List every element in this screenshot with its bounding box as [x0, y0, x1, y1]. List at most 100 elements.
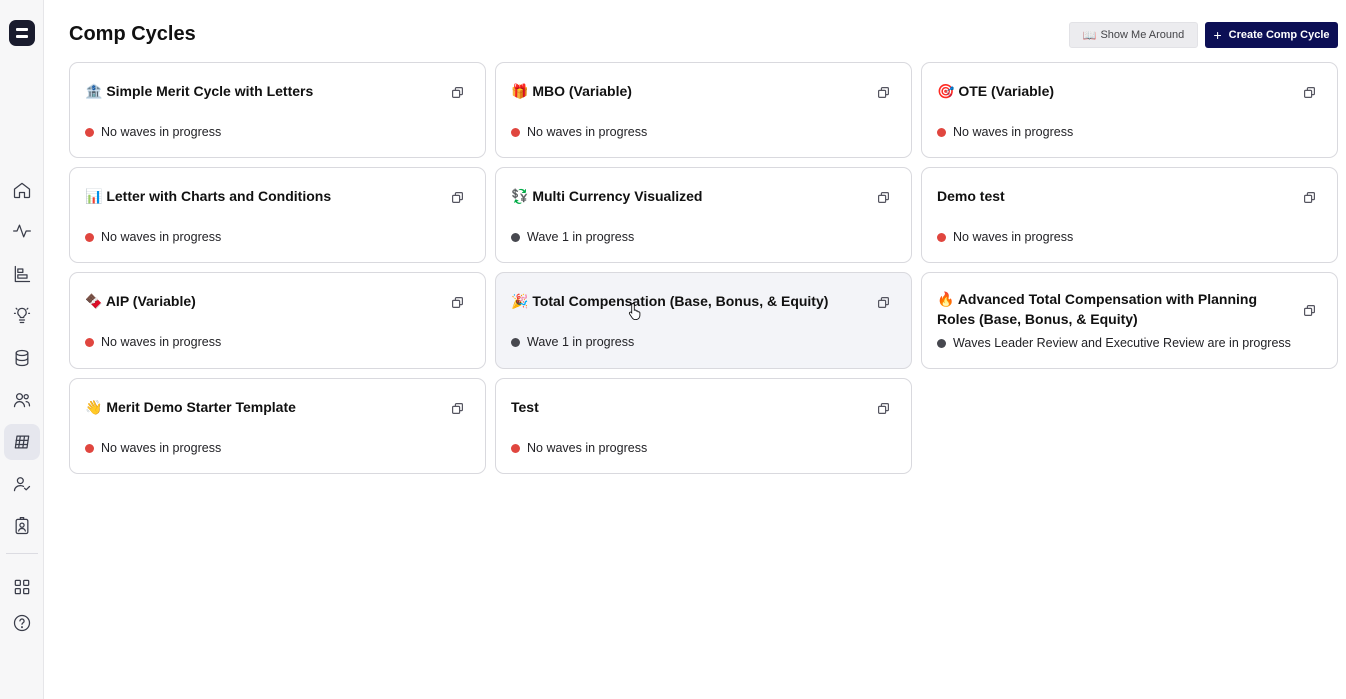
create-comp-cycle-button[interactable]: + Create Comp Cycle	[1205, 22, 1338, 48]
comp-cycle-title: 👋 Merit Demo Starter Template	[85, 397, 443, 417]
user-check-icon[interactable]	[4, 466, 40, 502]
comp-table-icon[interactable]	[4, 424, 40, 460]
comp-cycle-card[interactable]: 💱 Multi Currency Visualized Wave 1 in pro…	[495, 167, 912, 263]
wave-status-text: Wave 1 in progress	[527, 230, 635, 244]
comp-cycle-card[interactable]: 👋 Merit Demo Starter Template No waves in…	[69, 378, 486, 474]
status-dot	[85, 127, 94, 137]
comp-cycle-name: Merit Demo Starter Template	[106, 399, 296, 415]
duplicate-icon[interactable]	[878, 295, 889, 309]
comp-cycle-card[interactable]: 📊 Letter with Charts and Conditions No wa…	[69, 167, 486, 263]
cycle-emoji-icon: 🔥	[937, 291, 955, 307]
comp-cycle-name: MBO (Variable)	[532, 83, 632, 99]
cycle-emoji-icon: 💱	[511, 188, 529, 204]
book-icon: 📖	[1082, 29, 1097, 42]
cycle-emoji-icon: 🎉	[511, 293, 529, 309]
comp-cycle-title: 💱 Multi Currency Visualized	[511, 186, 869, 206]
wave-status-text: No waves in progress	[101, 441, 222, 455]
duplicate-icon[interactable]	[1304, 190, 1315, 204]
comp-cycle-name: Total Compensation (Base, Bonus, & Equit…	[532, 293, 829, 309]
duplicate-icon[interactable]	[878, 190, 889, 204]
comp-cycle-card[interactable]: 🍫 AIP (Variable) No waves in progress	[69, 272, 486, 369]
wave-status-text: No waves in progress	[101, 125, 222, 139]
wave-status: No waves in progress	[85, 441, 221, 455]
wave-status: No waves in progress	[937, 230, 1073, 244]
lightbulb-icon[interactable]	[4, 297, 40, 333]
wave-status-text: No waves in progress	[101, 230, 222, 244]
status-dot	[511, 443, 520, 453]
duplicate-icon[interactable]	[1304, 303, 1315, 317]
plus-icon: +	[1213, 27, 1222, 43]
comp-cycle-card[interactable]: 🎁 MBO (Variable) No waves in progress	[495, 62, 912, 158]
show-me-around-label: Show Me Around	[1100, 29, 1185, 41]
database-icon[interactable]	[4, 340, 40, 376]
comp-cycle-title: 📊 Letter with Charts and Conditions	[85, 186, 443, 206]
status-dot	[85, 337, 94, 347]
status-dot	[937, 338, 946, 348]
comp-cycle-title: 🍫 AIP (Variable)	[85, 291, 443, 311]
activity-icon[interactable]	[4, 213, 40, 249]
wave-status: No waves in progress	[85, 125, 221, 139]
status-dot	[937, 127, 946, 137]
duplicate-icon[interactable]	[452, 401, 463, 415]
help-icon[interactable]	[4, 605, 40, 641]
comp-cycle-name: Simple Merit Cycle with Letters	[106, 83, 314, 99]
comp-cycle-card[interactable]: 🏦 Simple Merit Cycle with Letters No wave…	[69, 62, 486, 158]
comp-cycle-title: 🎯 OTE (Variable)	[937, 81, 1295, 101]
duplicate-icon[interactable]	[452, 190, 463, 204]
app-root: Comp Cycles 📖 Show Me Around + Create Co…	[0, 0, 1346, 699]
apps-grid-icon[interactable]	[4, 569, 40, 605]
duplicate-icon[interactable]	[878, 85, 889, 99]
wave-status: Wave 1 in progress	[511, 230, 634, 244]
bar-chart-icon[interactable]	[4, 256, 40, 292]
comp-cycle-title: 🏦 Simple Merit Cycle with Letters	[85, 81, 443, 101]
app-logo[interactable]	[9, 20, 35, 46]
cycle-emoji-icon: 🎁	[511, 83, 529, 99]
cycle-emoji-icon: 👋	[85, 399, 103, 415]
comp-cycle-title: Demo test	[937, 186, 1295, 206]
cycle-emoji-icon: 🏦	[85, 83, 103, 99]
duplicate-icon[interactable]	[452, 295, 463, 309]
wave-status: No waves in progress	[937, 125, 1073, 139]
status-dot	[511, 337, 520, 347]
duplicate-icon[interactable]	[1304, 85, 1315, 99]
wave-status-text: No waves in progress	[101, 335, 222, 349]
comp-cycle-name: Demo test	[937, 188, 1005, 204]
comp-cycle-card[interactable]: 🔥 Advanced Total Compensation with Plann…	[921, 272, 1338, 369]
wave-status: Waves Leader Review and Executive Review…	[937, 336, 1291, 350]
comp-cycle-name: OTE (Variable)	[958, 83, 1055, 99]
duplicate-icon[interactable]	[878, 401, 889, 415]
cycle-emoji-icon: 🍫	[85, 293, 103, 309]
comp-cycle-title: 🎉 Total Compensation (Base, Bonus, & Equ…	[511, 291, 869, 311]
home-icon[interactable]	[4, 172, 40, 208]
show-me-around-button[interactable]: 📖 Show Me Around	[1069, 22, 1198, 48]
wave-status-text: No waves in progress	[953, 230, 1074, 244]
duplicate-icon[interactable]	[452, 85, 463, 99]
comp-cycle-name: Advanced Total Compensation with Plannin…	[937, 291, 1258, 327]
wave-status-text: No waves in progress	[953, 125, 1074, 139]
cycle-emoji-icon: 📊	[85, 188, 103, 204]
cycle-emoji-icon: 🎯	[937, 83, 955, 99]
wave-status: Wave 1 in progress	[511, 335, 634, 349]
wave-status: No waves in progress	[85, 335, 221, 349]
comp-cycle-name: AIP (Variable)	[105, 293, 196, 309]
comp-cycle-title: 🎁 MBO (Variable)	[511, 81, 869, 101]
status-dot	[511, 127, 520, 137]
badge-icon[interactable]	[4, 508, 40, 544]
wave-status: No waves in progress	[85, 230, 221, 244]
page-title: Comp Cycles	[69, 23, 196, 45]
status-dot	[511, 232, 520, 242]
wave-status-text: Wave 1 in progress	[527, 335, 635, 349]
wave-status-text: No waves in progress	[527, 125, 648, 139]
comp-cycle-title: 🔥 Advanced Total Compensation with Plann…	[937, 289, 1295, 329]
create-comp-cycle-label: Create Comp Cycle	[1228, 29, 1330, 41]
sidebar	[0, 0, 44, 699]
status-dot	[937, 232, 946, 242]
people-icon[interactable]	[4, 382, 40, 418]
comp-cycle-title: Test	[511, 397, 869, 417]
comp-cycle-card[interactable]: Test No waves in progress	[495, 378, 912, 474]
wave-status: No waves in progress	[511, 125, 647, 139]
comp-cycle-card[interactable]: Demo test No waves in progress	[921, 167, 1338, 263]
comp-cycle-card[interactable]: 🎯 OTE (Variable) No waves in progress	[921, 62, 1338, 158]
comp-cycle-card[interactable]: 🎉 Total Compensation (Base, Bonus, & Equ…	[495, 272, 912, 369]
hand-cursor-icon	[628, 303, 641, 320]
